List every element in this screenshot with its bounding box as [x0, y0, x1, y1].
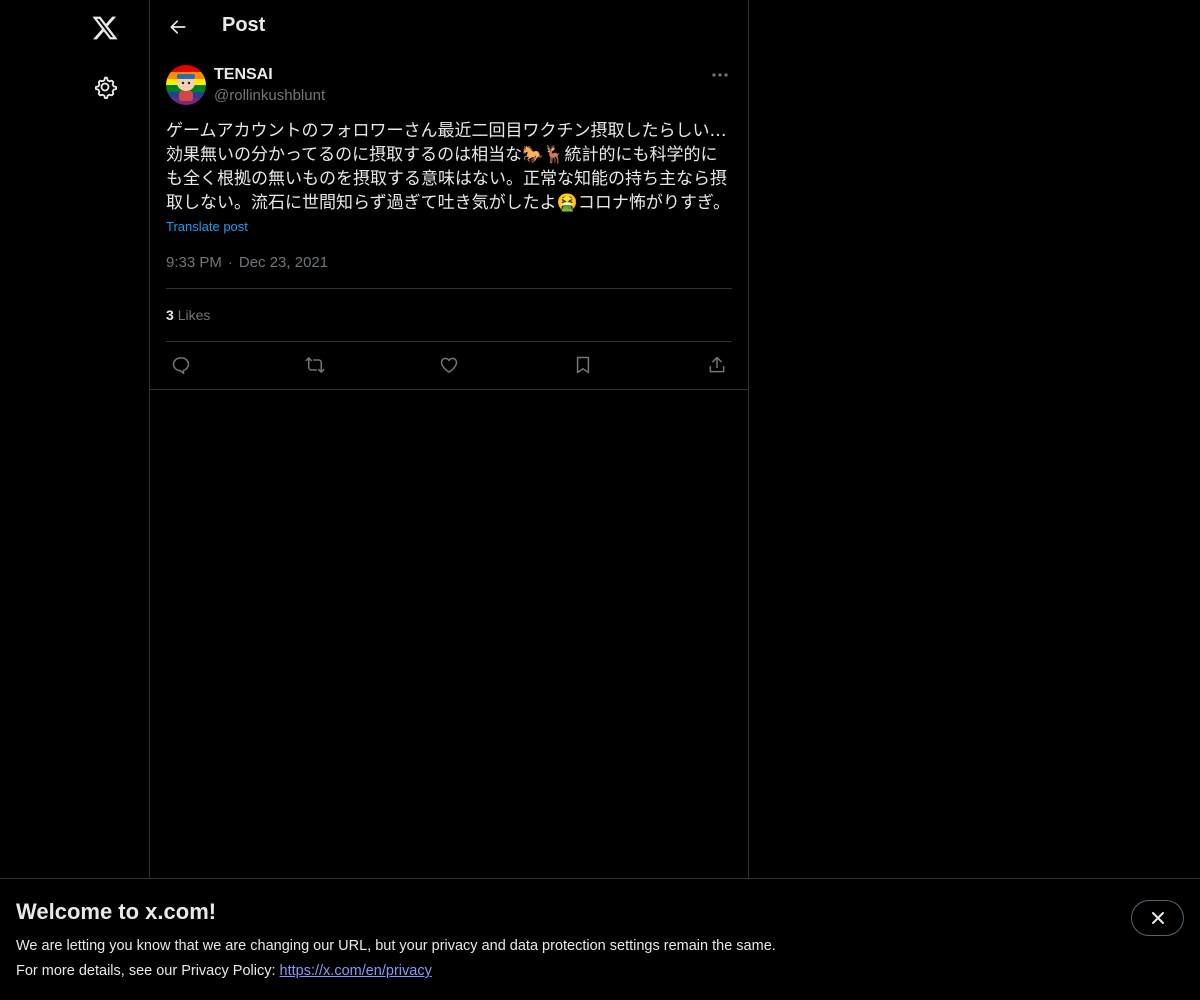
like-button[interactable]	[436, 352, 462, 378]
page-title: Post	[222, 14, 266, 36]
post-date: Dec 23, 2021	[238, 254, 329, 271]
author-handle[interactable]: @rollinkushblunt	[214, 87, 325, 104]
likes-count: 3	[166, 307, 174, 323]
welcome-banner: Welcome to x.com! We are letting you kno…	[0, 878, 1200, 1000]
avatar[interactable]	[166, 65, 206, 105]
post-header: Post	[150, 0, 748, 54]
arrow-left-icon	[170, 20, 186, 34]
share-button[interactable]	[704, 352, 730, 378]
timestamp-separator: ·	[227, 254, 233, 271]
post-time: 9:33 PM	[166, 254, 222, 271]
like-icon	[440, 357, 458, 373]
bookmark-icon	[576, 356, 590, 374]
divider	[150, 389, 748, 390]
back-button[interactable]	[162, 11, 194, 43]
bookmark-button[interactable]	[570, 352, 596, 378]
reply-button[interactable]	[168, 352, 194, 378]
banner-message: We are letting you know that we are chan…	[16, 938, 776, 954]
more-horizontal-icon	[712, 73, 728, 77]
translate-post-link[interactable]: Translate post	[166, 219, 248, 234]
banner-privacy-line: For more details, see our Privacy Policy…	[16, 963, 432, 979]
x-logo-icon[interactable]	[87, 10, 123, 46]
divider	[166, 341, 732, 342]
privacy-policy-link[interactable]: https://x.com/en/privacy	[280, 963, 432, 979]
gear-icon[interactable]	[88, 70, 122, 104]
banner-title: Welcome to x.com!	[16, 899, 217, 924]
banner-close-button[interactable]	[1131, 900, 1184, 936]
share-icon	[709, 356, 725, 373]
more-options-button[interactable]	[708, 64, 732, 86]
post-timestamp[interactable]: 9:33 PM · Dec 23, 2021	[166, 254, 328, 271]
close-icon	[1151, 912, 1164, 924]
reply-icon	[172, 357, 190, 375]
banner-privacy-prefix: For more details, see our Privacy Policy…	[16, 963, 280, 979]
left-nav	[0, 0, 150, 1000]
likes-label: Likes	[177, 307, 211, 323]
author-name[interactable]: TENSAI	[214, 66, 273, 84]
post-actions	[166, 352, 732, 378]
likes-count-link[interactable]: 3 Likes	[166, 307, 210, 323]
divider	[166, 288, 732, 289]
repost-icon	[305, 357, 325, 373]
post-text: ゲームアカウントのフォロワーさん最近二回目ワクチン摂取したらしい…効果無いの分か…	[166, 121, 730, 213]
main-column: Post TENSAI @rollinkushblunt ゲームアカウントのフォ…	[150, 0, 749, 1000]
repost-button[interactable]	[302, 352, 328, 378]
